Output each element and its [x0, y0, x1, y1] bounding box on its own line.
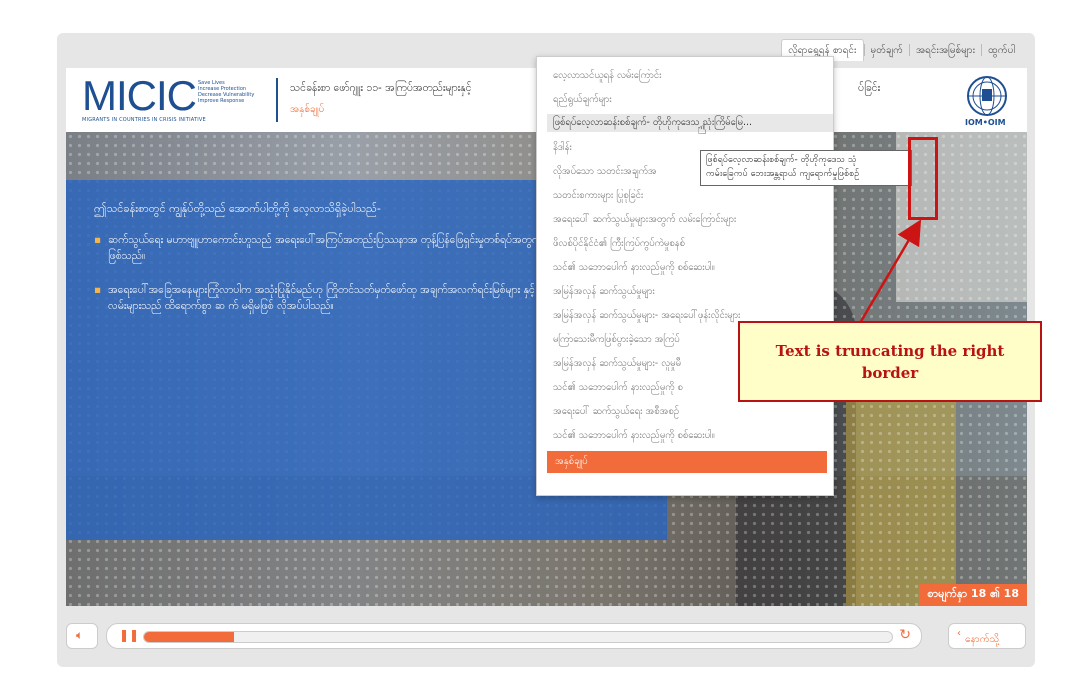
annotation-callout: Text is truncating the right border — [738, 321, 1042, 402]
annotation-text: Text is truncating the right border — [775, 342, 1005, 382]
